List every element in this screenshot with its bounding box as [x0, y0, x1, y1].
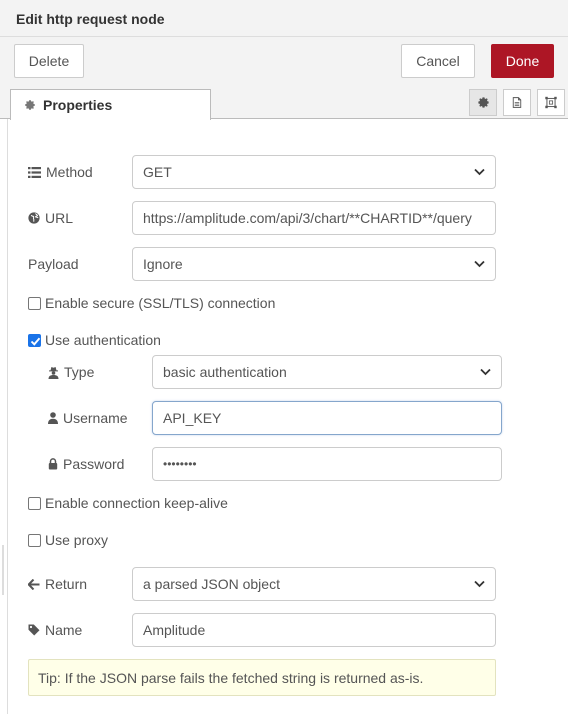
proxy-option: Use proxy [28, 532, 108, 548]
url-value: https://amplitude.com/api/3/chart/**CHAR… [143, 210, 472, 226]
password-label-text: Password [63, 456, 125, 472]
auth-label: Use authentication [45, 332, 161, 348]
payload-value: Ignore [143, 256, 183, 272]
auth-type-value: basic authentication [163, 364, 287, 380]
username-input[interactable]: API_KEY [152, 401, 502, 435]
cancel-button[interactable]: Cancel [401, 44, 475, 78]
tag-icon [28, 624, 40, 636]
tray-toolbar: Delete Cancel Done [0, 37, 568, 87]
return-label-text: Return [45, 576, 88, 592]
name-label-text: Name [45, 622, 83, 638]
tab-description[interactable] [503, 89, 531, 116]
return-select[interactable]: a parsed JSON object [132, 567, 496, 601]
tab-settings[interactable] [469, 89, 497, 116]
keepalive-label: Enable connection keep-alive [45, 495, 228, 511]
done-button[interactable]: Done [491, 44, 554, 78]
globe-icon [28, 212, 40, 224]
method-label: Method [28, 163, 93, 181]
return-label: Return [28, 575, 87, 593]
description-icon [512, 97, 522, 108]
tip-text: Tip: If the JSON parse fails the fetched… [38, 669, 424, 686]
username-label: Username [48, 409, 128, 427]
gear-icon [477, 97, 489, 108]
tab-bar: Properties [0, 87, 568, 120]
arrow-left-icon [28, 578, 40, 590]
check-icon [30, 337, 41, 346]
tip-box: Tip: If the JSON parse fails the fetched… [28, 659, 496, 696]
user-icon [48, 412, 58, 424]
auth-type-select[interactable]: basic authentication [152, 355, 502, 389]
name-label: Name [28, 621, 82, 639]
panel-border [7, 119, 8, 714]
auth-checkbox[interactable] [28, 333, 41, 347]
method-select[interactable]: GET [132, 155, 496, 189]
keepalive-checkbox[interactable] [28, 496, 41, 510]
url-label-text: URL [45, 210, 74, 226]
return-value: a parsed JSON object [143, 576, 280, 592]
delete-button[interactable]: Delete [14, 44, 84, 78]
tray-title: Edit http request node [16, 11, 165, 27]
chevron-down-icon [474, 168, 485, 176]
appearance-icon [545, 96, 557, 109]
tls-checkbox[interactable] [28, 296, 41, 310]
chevron-down-icon [480, 368, 491, 376]
user-secret-icon [48, 366, 59, 379]
tab-appearance[interactable] [537, 89, 565, 116]
chevron-down-icon [474, 580, 485, 588]
lock-icon [48, 458, 58, 470]
payload-label-text: Payload [28, 256, 79, 272]
username-value: API_KEY [163, 410, 222, 426]
payload-select[interactable]: Ignore [132, 247, 496, 281]
password-input[interactable]: •••••••• [152, 447, 502, 481]
url-input[interactable]: https://amplitude.com/api/3/chart/**CHAR… [132, 201, 496, 235]
auth-option: Use authentication [28, 332, 161, 348]
name-input[interactable]: Amplitude [132, 613, 496, 647]
tab-properties[interactable]: Properties [10, 89, 211, 120]
tls-option: Enable secure (SSL/TLS) connection [28, 295, 275, 311]
method-label-text: Method [46, 164, 93, 180]
payload-label: Payload [28, 255, 79, 273]
username-label-text: Username [63, 410, 128, 426]
password-value: •••••••• [163, 457, 197, 471]
tls-label: Enable secure (SSL/TLS) connection [45, 295, 276, 311]
url-label: URL [28, 209, 73, 227]
proxy-checkbox[interactable] [28, 533, 41, 547]
gear-icon [25, 100, 35, 110]
tab-properties-label: Properties [43, 97, 113, 113]
type-label: Type [48, 363, 94, 381]
name-value: Amplitude [143, 622, 206, 638]
list-icon [28, 166, 41, 178]
keepalive-option: Enable connection keep-alive [28, 495, 228, 511]
password-label: Password [48, 455, 124, 473]
resize-handle[interactable] [2, 545, 4, 595]
method-value: GET [143, 164, 172, 180]
type-label-text: Type [64, 364, 95, 380]
proxy-label: Use proxy [45, 532, 109, 548]
chevron-down-icon [474, 260, 485, 268]
tray-header: Edit http request node [0, 0, 568, 37]
